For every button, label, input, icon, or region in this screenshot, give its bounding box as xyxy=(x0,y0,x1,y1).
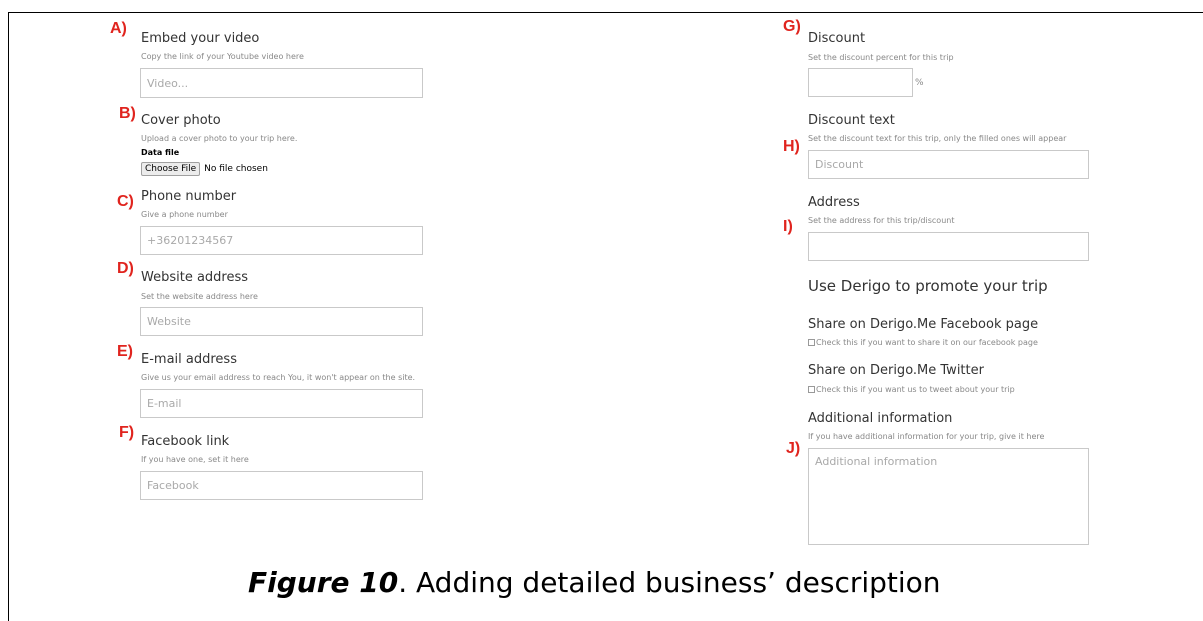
share-facebook-title: Share on Derigo.Me Facebook page xyxy=(808,317,1039,332)
label-b: B) xyxy=(119,105,136,122)
email-title: E-mail address xyxy=(141,352,237,367)
discount-text-title: Discount text xyxy=(808,113,895,128)
facebook-link-hint: If you have one, set it here xyxy=(141,455,249,464)
website-title: Website address xyxy=(141,270,249,285)
label-f: F) xyxy=(119,424,135,441)
share-facebook-checkbox[interactable] xyxy=(808,339,815,346)
figure-caption: Figure 10. Adding detailed business’ des… xyxy=(248,566,941,599)
email-hint: Give us your email address to reach You,… xyxy=(141,373,416,382)
phone-title: Phone number xyxy=(141,189,237,204)
facebook-input[interactable]: Facebook xyxy=(140,471,423,500)
figure-number: Figure 10 xyxy=(248,566,399,599)
additional-info-title: Additional information xyxy=(808,411,953,426)
email-input[interactable]: E-mail xyxy=(140,389,423,418)
phone-hint: Give a phone number xyxy=(141,210,228,219)
file-status: No file chosen xyxy=(204,164,268,174)
video-input[interactable]: Video... xyxy=(140,68,423,98)
address-input[interactable] xyxy=(808,232,1089,261)
discount-input[interactable] xyxy=(808,68,913,97)
cover-photo-title: Cover photo xyxy=(141,113,221,128)
cover-photo-hint: Upload a cover photo to your trip here. xyxy=(141,134,298,143)
label-a: A) xyxy=(110,20,127,37)
discount-text-hint: Set the discount text for this trip, onl… xyxy=(808,134,1067,143)
label-g: G) xyxy=(783,18,801,35)
address-title: Address xyxy=(808,195,860,210)
promote-heading: Use Derigo to promote your trip xyxy=(808,277,1048,295)
discount-text-input[interactable]: Discount xyxy=(808,150,1089,179)
label-c: C) xyxy=(117,193,134,210)
percent-sign: % xyxy=(915,78,924,88)
label-i: I) xyxy=(783,218,793,235)
phone-input[interactable]: +36201234567 xyxy=(140,226,423,255)
label-d: D) xyxy=(117,260,134,277)
additional-info-textarea[interactable]: Additional information xyxy=(808,448,1089,545)
share-facebook-option: Check this if you want to share it on ou… xyxy=(808,338,1038,347)
label-e: E) xyxy=(117,343,133,360)
file-picker: Choose File No file chosen xyxy=(141,162,268,176)
embed-video-hint: Copy the link of your Youtube video here xyxy=(141,52,304,61)
share-twitter-hint: Check this if you want us to tweet about… xyxy=(816,385,1015,394)
share-facebook-hint: Check this if you want to share it on ou… xyxy=(816,338,1038,347)
address-hint: Set the address for this trip/discount xyxy=(808,216,955,225)
data-file-label: Data file xyxy=(141,148,180,157)
website-hint: Set the website address here xyxy=(141,292,258,301)
share-twitter-title: Share on Derigo.Me Twitter xyxy=(808,363,984,378)
discount-hint: Set the discount percent for this trip xyxy=(808,53,954,62)
label-j: J) xyxy=(786,440,801,457)
embed-video-title: Embed your video xyxy=(141,31,260,46)
label-h: H) xyxy=(783,138,800,155)
share-twitter-checkbox[interactable] xyxy=(808,386,815,393)
additional-info-hint: If you have additional information for y… xyxy=(808,432,1045,441)
discount-title: Discount xyxy=(808,31,866,46)
share-twitter-option: Check this if you want us to tweet about… xyxy=(808,385,1015,394)
facebook-link-title: Facebook link xyxy=(141,434,230,449)
website-input[interactable]: Website xyxy=(140,307,423,336)
figure-caption-text: . Adding detailed business’ description xyxy=(398,566,941,599)
choose-file-button[interactable]: Choose File xyxy=(141,162,201,176)
